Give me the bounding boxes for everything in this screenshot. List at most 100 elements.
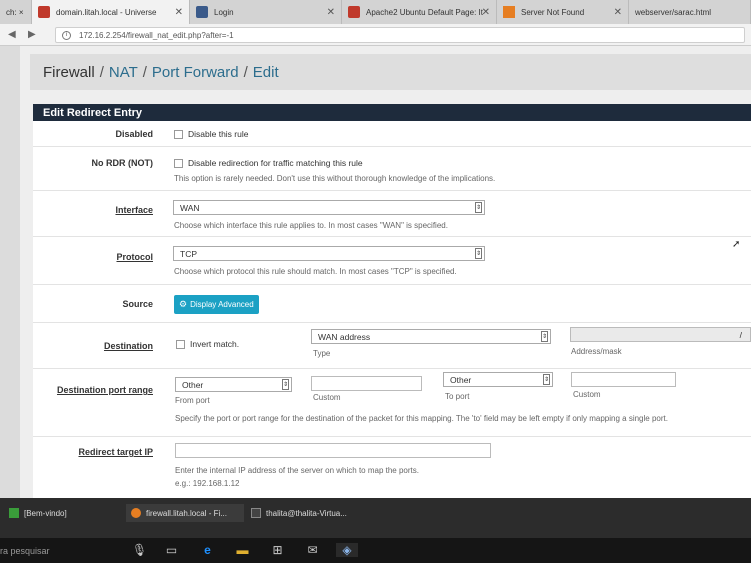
edit-redirect-form: Disabled Disable this rule No RDR (NOT) … (33, 121, 751, 498)
tab-favicon-icon (38, 6, 50, 18)
tab-favicon-icon (348, 6, 360, 18)
from-port-value: Other (182, 379, 204, 390)
interface-value: WAN (180, 202, 200, 213)
breadcrumb-firewall[interactable]: Firewall (43, 64, 95, 81)
info-icon[interactable]: i (62, 30, 71, 40)
display-advanced-button[interactable]: ⚙ Display Advanced (174, 295, 259, 314)
close-icon[interactable]: ✕ (175, 7, 183, 18)
store-icon[interactable]: ⊞ (270, 543, 285, 557)
interface-help: Choose which interface this rule applies… (174, 221, 448, 230)
close-icon[interactable]: ✕ (614, 7, 622, 18)
forward-icon[interactable]: ▶ (28, 29, 36, 40)
tab-favicon-icon (196, 6, 208, 18)
source-label: Source (122, 299, 153, 309)
folder-icon[interactable]: ▬ (235, 543, 250, 557)
address-mask-caption: Address/mask (571, 347, 622, 356)
breadcrumb-port-forward[interactable]: Port Forward (152, 64, 239, 81)
task-label: firewall.litah.local - Fi... (146, 508, 227, 518)
to-port-select[interactable]: Other ⇕ (443, 372, 553, 387)
chevron-updown-icon: ⇕ (543, 374, 550, 385)
task-view-icon[interactable]: ▭ (164, 543, 179, 557)
invert-match-checkbox[interactable] (176, 340, 185, 349)
custom-caption-1: Custom (313, 393, 341, 402)
tab-label: Server Not Found (521, 7, 585, 17)
tab-label: webserver/sarac.html (635, 7, 712, 17)
protocol-help: Choose which protocol this rule should m… (174, 267, 457, 276)
no-rdr-checkbox[interactable] (174, 159, 183, 168)
display-advanced-label: Display Advanced (190, 300, 254, 309)
mask-slash: / (739, 330, 742, 340)
no-rdr-help: This option is rarely needed. Don't use … (174, 174, 496, 183)
back-icon[interactable]: ◀ (8, 29, 16, 40)
redirect-ip-example: e.g.: 192.168.1.12 (175, 479, 240, 488)
destination-type-value: WAN address (318, 331, 371, 342)
from-port-custom-input[interactable] (311, 376, 422, 391)
tab-apache[interactable]: Apache2 Ubuntu Default Page: It ✕ (342, 0, 497, 24)
row-interface: Interface WAN ⇕ Choose which interface t… (33, 191, 751, 237)
protocol-select[interactable]: TCP ⇕ (173, 246, 485, 261)
destination-port-range-label: Destination port range (56, 385, 153, 395)
task-bem-vindo[interactable]: [Bem-vindo] (4, 504, 122, 522)
tab-domain[interactable]: domain.litah.local - Universe ✕ (32, 0, 190, 24)
task-firewall[interactable]: firewall.litah.local - Fi... (126, 504, 244, 522)
breadcrumb-edit[interactable]: Edit (253, 64, 279, 81)
url-text: 172.16.2.254/firewall_nat_edit.php?after… (79, 30, 234, 40)
chevron-updown-icon: ⇕ (282, 379, 289, 390)
destination-type-select[interactable]: WAN address ⇕ (311, 329, 551, 344)
tab-label: domain.litah.local - Universe (56, 7, 157, 17)
tab-label: ch: × (6, 7, 24, 17)
firefox-icon (131, 508, 141, 518)
tab-webserver[interactable]: webserver/sarac.html (629, 0, 751, 24)
to-port-custom-input[interactable] (571, 372, 676, 387)
row-destination: Destination Invert match. WAN address ⇕ … (33, 323, 751, 369)
tab-0[interactable]: ch: × (0, 0, 32, 24)
type-caption: Type (313, 349, 331, 358)
search-box[interactable]: ra pesquisar (0, 546, 50, 556)
interface-label: Interface (115, 205, 153, 215)
breadcrumb-separator: / (99, 63, 104, 81)
breadcrumb-nat[interactable]: NAT (109, 64, 138, 81)
mouse-cursor-icon: ➚ (732, 239, 741, 250)
breadcrumb-separator: / (142, 63, 147, 81)
task-label: [Bem-vindo] (24, 508, 67, 518)
to-port-caption: To port (445, 392, 470, 401)
close-icon[interactable]: ✕ (482, 7, 490, 18)
redirect-target-ip-label: Redirect target IP (78, 447, 153, 457)
gear-icon: ⚙ (179, 299, 188, 309)
invert-match-text: Invert match. (190, 339, 240, 349)
virtualbox-icon[interactable]: ◈ (336, 543, 358, 557)
host-taskbar: ra pesquisar 🎙 ▭ e ▬ ⊞ ✉ ◈ (0, 538, 751, 563)
redirect-target-ip-input[interactable] (175, 443, 491, 458)
chevron-updown-icon: ⇕ (475, 248, 482, 259)
page-gutter (0, 46, 20, 498)
tab-server-not-found[interactable]: Server Not Found ✕ (497, 0, 629, 24)
from-port-caption: From port (175, 396, 210, 405)
from-port-select[interactable]: Other ⇕ (175, 377, 292, 392)
row-protocol: Protocol TCP ⇕ Choose which protocol thi… (33, 237, 751, 285)
page-content: Firewall / NAT / Port Forward / Edit Edi… (0, 46, 751, 498)
url-field[interactable]: i 172.16.2.254/firewall_nat_edit.php?aft… (55, 27, 745, 43)
close-icon[interactable]: ✕ (327, 7, 335, 18)
task-label: thalita@thalita-Virtua... (266, 508, 347, 518)
row-disabled: Disabled Disable this rule (33, 121, 751, 147)
mail-icon[interactable]: ✉ (305, 543, 320, 557)
chevron-updown-icon: ⇕ (475, 202, 482, 213)
row-destination-port-range: Destination port range Other ⇕ From port… (33, 369, 751, 437)
to-port-value: Other (450, 374, 472, 385)
tab-login[interactable]: Login ✕ (190, 0, 342, 24)
protocol-value: TCP (180, 248, 197, 259)
disable-rule-checkbox[interactable] (174, 130, 183, 139)
address-bar-row: ◀ ▶ i 172.16.2.254/firewall_nat_edit.php… (0, 24, 751, 46)
edge-icon[interactable]: e (200, 543, 215, 557)
destination-label: Destination (103, 341, 153, 351)
terminal-icon (9, 508, 19, 518)
address-mask-input[interactable]: / (570, 327, 751, 342)
protocol-label: Protocol (116, 252, 153, 262)
tab-label: Apache2 Ubuntu Default Page: It (366, 7, 483, 17)
breadcrumb: Firewall / NAT / Port Forward / Edit (30, 54, 751, 90)
row-redirect-target-ip: Redirect target IP Enter the internal IP… (33, 437, 751, 498)
row-no-rdr: No RDR (NOT) Disable redirection for tra… (33, 147, 751, 191)
interface-select[interactable]: WAN ⇕ (173, 200, 485, 215)
microphone-icon[interactable]: 🎙 (132, 543, 147, 557)
task-terminal[interactable]: thalita@thalita-Virtua... (246, 504, 364, 522)
